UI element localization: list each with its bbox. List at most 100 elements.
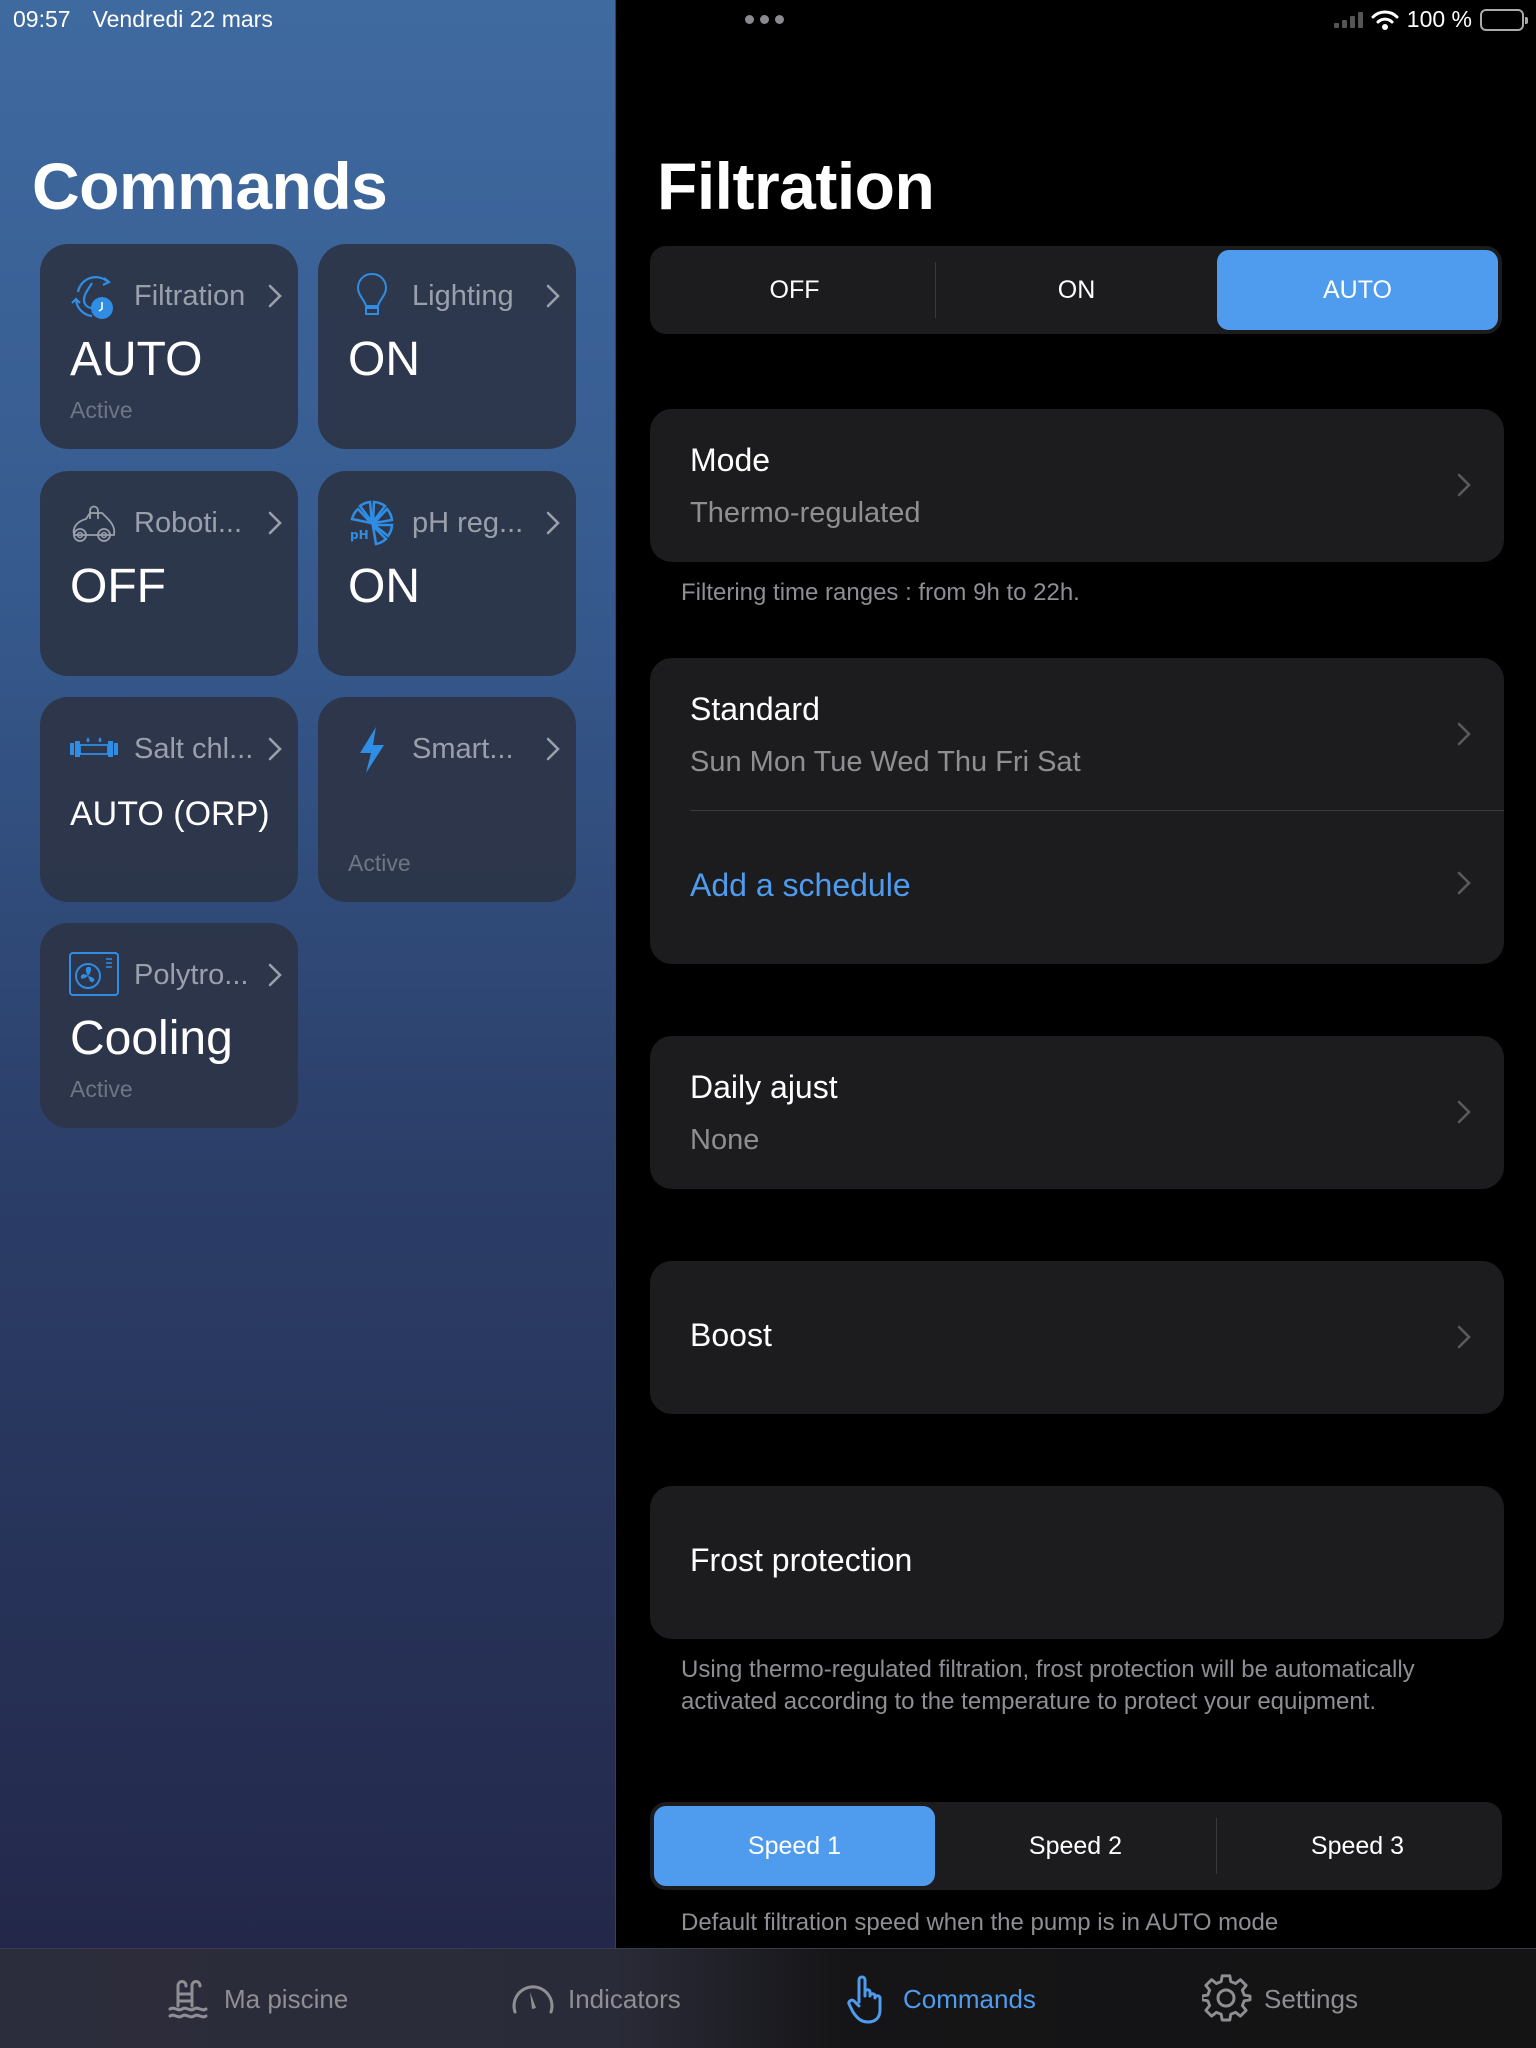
chevron-right-icon: [1457, 1325, 1471, 1349]
frost-footnote: Using thermo-regulated filtration, frost…: [681, 1656, 1415, 1715]
tab-ma-piscine[interactable]: Ma piscine: [166, 1949, 348, 2048]
status-bar-right: 100 %: [1333, 6, 1528, 33]
chevron-right-icon: [546, 511, 560, 535]
chevron-right-icon: [1457, 871, 1471, 895]
chevron-right-icon: [268, 737, 282, 761]
tab-label: Ma piscine: [224, 1983, 349, 2014]
tile-heat-pump[interactable]: Polytro... Cooling Active: [40, 923, 298, 1128]
frost-protection-title: Frost protection: [690, 1542, 913, 1578]
lightning-icon: [346, 723, 398, 775]
wifi-icon: [1371, 10, 1399, 30]
tile-status: Active: [348, 850, 411, 876]
mode-off-button[interactable]: OFF: [654, 250, 935, 330]
mode-auto-button[interactable]: AUTO: [1217, 250, 1498, 330]
speed-1-button[interactable]: Speed 1: [654, 1806, 935, 1886]
daily-adjust-row[interactable]: Daily ajust None: [650, 1036, 1504, 1189]
daily-adjust-value: None: [690, 1124, 760, 1156]
tile-robotic-cleaner[interactable]: Roboti... OFF: [40, 471, 298, 676]
speed-2-button[interactable]: Speed 2: [935, 1806, 1216, 1886]
mode-row-title: Mode: [690, 442, 771, 478]
tile-name: pH reg...: [412, 506, 524, 539]
lightbulb-icon: [346, 270, 398, 322]
tab-indicators[interactable]: Indicators: [510, 1949, 681, 2048]
tile-value: ON: [348, 560, 420, 613]
chevron-right-icon: [268, 511, 282, 535]
boost-title: Boost: [690, 1317, 772, 1353]
status-time: 09:57: [13, 6, 71, 32]
tile-value: OFF: [70, 560, 166, 613]
tab-settings[interactable]: Settings: [1202, 1949, 1358, 2048]
filtration-clock-icon: [68, 270, 120, 322]
boost-row[interactable]: Boost: [650, 1261, 1504, 1414]
chevron-right-icon: [1457, 722, 1471, 746]
tile-name: Roboti...: [134, 506, 242, 539]
tile-value: Cooling: [70, 1012, 233, 1065]
sidebar-title: Commands: [32, 149, 388, 223]
heat-pump-fan-icon: [68, 949, 120, 1001]
schedule-days: Sun Mon Tue Wed Thu Fri Sat: [690, 746, 1081, 778]
status-date: Vendredi 22 mars: [92, 6, 273, 32]
mode-on-button[interactable]: ON: [936, 250, 1217, 330]
sidebar: 09:57 Vendredi 22 mars Commands Filtratio…: [0, 0, 616, 1948]
schedule-title: Standard: [690, 691, 820, 727]
tab-commands[interactable]: Commands: [845, 1949, 1036, 2048]
mode-row-value: Thermo-regulated: [690, 497, 921, 529]
tile-name: Polytro...: [134, 958, 249, 991]
tile-ph-regulator[interactable]: pH pH reg... ON: [318, 471, 576, 676]
chevron-right-icon: [268, 284, 282, 308]
tile-filtration[interactable]: Filtration AUTO Active: [40, 244, 298, 449]
multitasking-dots-icon[interactable]: [745, 15, 784, 24]
salt-chlorinator-icon: [68, 723, 120, 775]
daily-adjust-title: Daily ajust: [690, 1069, 838, 1105]
speed-segmented-control[interactable]: Speed 1 Speed 2 Speed 3: [650, 1802, 1502, 1890]
ph-regulator-icon: pH: [346, 497, 398, 549]
gear-icon: [1202, 1974, 1252, 2022]
daily-adjust-card: Daily ajust None: [650, 1036, 1504, 1189]
tile-name: Filtration: [134, 279, 246, 312]
tile-salt-chlorinator[interactable]: Salt chl... AUTO (ORP): [40, 697, 298, 902]
battery-icon: [1480, 8, 1528, 31]
chevron-right-icon: [268, 963, 282, 987]
frost-protection-card: Frost protection: [650, 1486, 1504, 1639]
tile-value: AUTO (ORP): [70, 795, 270, 833]
robot-cleaner-icon: [68, 497, 120, 549]
svg-text:pH: pH: [350, 528, 369, 542]
chevron-right-icon: [1457, 473, 1471, 497]
pool-ladder-icon: [168, 1980, 208, 2019]
tab-label: Commands: [903, 1983, 1036, 2014]
add-schedule-link[interactable]: Add a schedule: [690, 867, 911, 904]
mode-card: Mode Thermo-regulated: [650, 409, 1504, 562]
tile-name: Salt chl...: [134, 732, 254, 765]
tab-label: Settings: [1264, 1983, 1358, 2014]
tile-status: Active: [70, 397, 133, 423]
frost-protection-row: Frost protection: [650, 1486, 1504, 1639]
tile-smart[interactable]: Smart... Active: [318, 697, 576, 902]
filtration-mode-segmented-control[interactable]: OFF ON AUTO: [650, 246, 1502, 334]
chevron-right-icon: [546, 284, 560, 308]
add-schedule-row[interactable]: Add a schedule: [650, 811, 1504, 964]
mode-footnote: Filtering time ranges : from 9h to 22h.: [681, 579, 1080, 606]
schedule-row-standard[interactable]: Standard Sun Mon Tue Wed Thu Fri Sat: [650, 658, 1504, 810]
mode-row[interactable]: Mode Thermo-regulated: [650, 409, 1504, 562]
hand-pointer-icon: [847, 1975, 882, 2024]
tile-name: Lighting: [412, 279, 514, 312]
speed-3-button[interactable]: Speed 3: [1217, 1806, 1498, 1886]
battery-percent: 100 %: [1406, 6, 1472, 32]
page-title: Filtration: [657, 149, 935, 223]
schedule-card: Standard Sun Mon Tue Wed Thu Fri Sat Add…: [650, 658, 1504, 964]
chevron-right-icon: [546, 737, 560, 761]
tile-value: ON: [348, 333, 420, 386]
status-bar-left: 09:57 Vendredi 22 mars: [13, 6, 273, 33]
tile-name: Smart...: [412, 732, 514, 765]
tile-lighting[interactable]: Lighting ON: [318, 244, 576, 449]
boost-card: Boost: [650, 1261, 1504, 1414]
speed-footnote: Default filtration speed when the pump i…: [681, 1909, 1279, 1936]
detail-pane: 100 % Filtration OFF ON AUTO Mode Thermo…: [617, 0, 1536, 1948]
tile-status: Active: [70, 1076, 133, 1102]
chevron-right-icon: [1457, 1100, 1471, 1124]
gauge-icon: [512, 1985, 554, 2014]
tile-value: AUTO: [70, 333, 203, 386]
cellular-signal-icon: [1333, 11, 1363, 28]
tab-bar: Ma piscine Indicators Commands Settings: [0, 1948, 1536, 2048]
tab-label: Indicators: [568, 1983, 681, 2014]
